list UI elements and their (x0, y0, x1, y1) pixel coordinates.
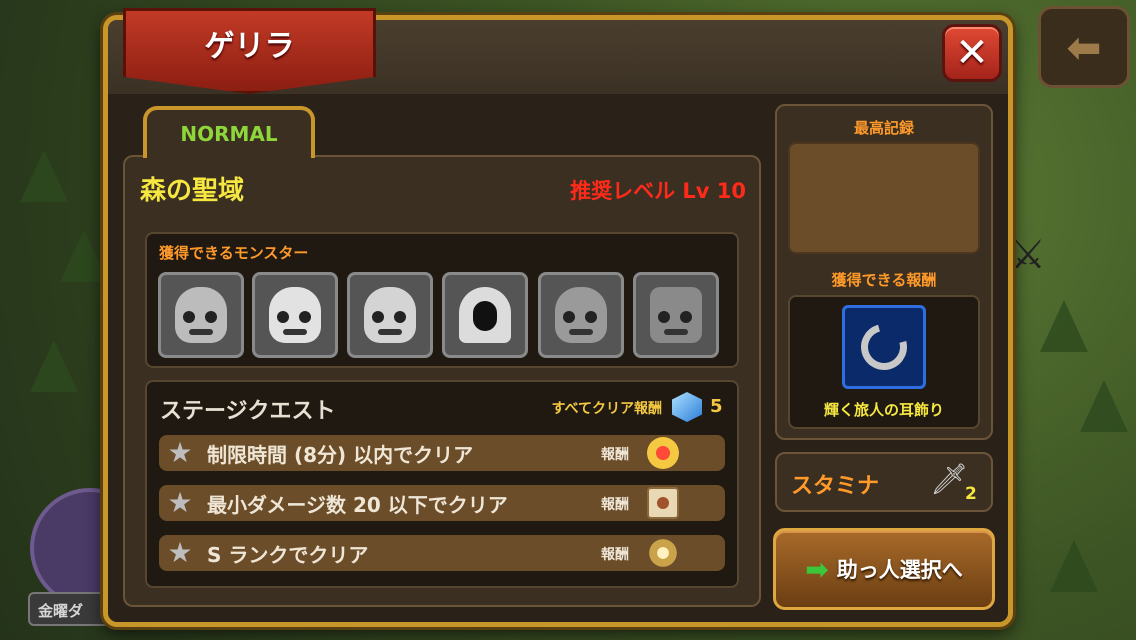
quest-text: 制限時間 (8分) 以内でクリア (207, 443, 474, 467)
horned-demon-monster-icon[interactable] (538, 272, 624, 358)
stamina-value: 2 (965, 484, 977, 504)
recommended-level: 推奨レベル Lv 10 (570, 179, 746, 203)
quest-row: ★ 最小ダメージ数 20 以下でクリア 報酬 (159, 485, 725, 521)
all-clear-reward-label: すべてクリア報酬 (551, 401, 662, 417)
background-tree (20, 150, 68, 202)
quest-row: ★ 制限時間 (8分) 以内でクリア 報酬 (159, 435, 725, 471)
stage-quest-title: ステージクエスト (160, 399, 336, 424)
quest-text: 最小ダメージ数 20 以下でクリア (207, 493, 508, 517)
sword-icon: 🗡 (930, 462, 969, 497)
close-icon: ✕ (955, 30, 989, 76)
skeleton-monster-icon[interactable] (252, 272, 338, 358)
ring-icon[interactable] (641, 531, 685, 575)
quest-reward-label: 報酬 (601, 497, 629, 513)
obtainable-reward-title: 獲得できる報酬 (831, 271, 937, 289)
tab-normal[interactable]: NORMAL (143, 106, 315, 158)
stage-name: 森の聖域 (140, 176, 245, 206)
star-icon: ★ (167, 486, 193, 519)
quest-text: S ランクでクリア (207, 543, 369, 567)
hooded-ghost-monster-icon[interactable] (442, 272, 528, 358)
select-helper-button[interactable]: ➡ 助っ人選択へ (773, 528, 995, 610)
background-tree (1080, 380, 1128, 432)
background-tree (30, 340, 78, 392)
back-button[interactable]: ⬅ (1038, 6, 1130, 88)
scroll-icon[interactable] (647, 487, 679, 519)
dialog-title: ゲリラ (204, 29, 295, 64)
best-record-box (788, 142, 980, 254)
quest-reward-label: 報酬 (601, 447, 629, 463)
stamina-label: スタミナ (791, 474, 880, 499)
dialog-title-ribbon: ゲリラ (123, 8, 376, 94)
game-screen: ⬅ ⚔ 金曜ダ ゲリラ ✕ NORMAL 森の聖域 推奨レベル Lv 10 獲得… (0, 0, 1136, 640)
best-record-title: 最高記録 (853, 119, 914, 137)
reward-item-name: 輝く旅人の耳飾り (823, 401, 944, 419)
close-button[interactable]: ✕ (942, 24, 1002, 82)
background-tree (60, 230, 108, 282)
select-helper-label: 助っ人選択へ (836, 558, 963, 582)
rock-golem-monster-icon[interactable] (633, 272, 719, 358)
star-icon: ★ (167, 536, 193, 569)
star-icon: ★ (167, 436, 193, 469)
skeleton-warrior-monster-icon[interactable] (347, 272, 433, 358)
background-tree (1040, 300, 1088, 352)
quest-reward-label: 報酬 (601, 547, 629, 563)
map-sword-icon: ⚔ (1010, 232, 1046, 278)
tab-normal-label: NORMAL (180, 122, 278, 146)
arrow-right-icon: ➡ (805, 552, 829, 586)
all-clear-reward-count: 5 (710, 396, 723, 417)
arrow-left-icon: ⬅ (1066, 22, 1102, 72)
gold-coin-icon[interactable] (647, 437, 679, 469)
earring-icon[interactable] (842, 305, 926, 389)
obtainable-monsters-title: 獲得できるモンスター (159, 244, 309, 262)
zombie-monster-icon[interactable] (158, 272, 244, 358)
quest-row: ★ S ランクでクリア 報酬 (159, 531, 725, 575)
background-tree (1050, 540, 1098, 592)
